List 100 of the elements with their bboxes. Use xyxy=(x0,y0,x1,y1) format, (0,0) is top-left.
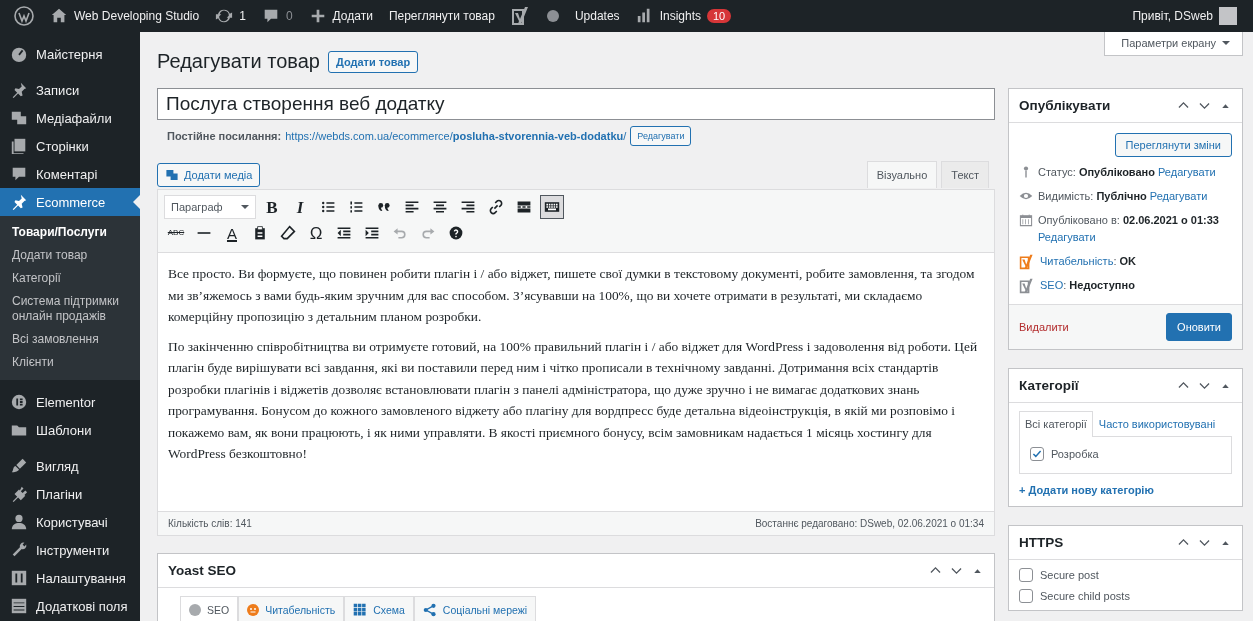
checkbox[interactable] xyxy=(1019,588,1033,603)
clipboard-icon[interactable] xyxy=(252,225,268,241)
strike-button[interactable]: ABC xyxy=(164,221,188,245)
menu-item[interactable]: Записи xyxy=(0,76,140,104)
edit-link[interactable]: Редагувати xyxy=(1158,166,1216,178)
screen-options-button[interactable]: Параметри екрану xyxy=(1104,32,1243,56)
status-text: Статус: Опубліковано Редагувати xyxy=(1038,165,1216,180)
submenu-item[interactable]: Всі замовлення xyxy=(0,328,140,351)
circle-icon xyxy=(546,10,559,22)
panel-title: Опублікувати xyxy=(1019,98,1111,113)
delete-link[interactable]: Видалити xyxy=(1019,321,1069,333)
calendar-icon xyxy=(1019,213,1033,227)
status-text: SEO: Недоступно xyxy=(1040,278,1135,293)
color-button[interactable]: A xyxy=(220,221,244,245)
indent-icon[interactable] xyxy=(364,225,380,241)
checkbox[interactable] xyxy=(1030,447,1044,461)
yoast-tab[interactable]: Читабельність xyxy=(238,596,345,621)
panel-title: HTTPS xyxy=(1019,535,1064,550)
editor-tab[interactable]: Візуально xyxy=(866,161,938,188)
plug-icon xyxy=(10,485,28,503)
align-left-icon[interactable] xyxy=(404,199,420,215)
yoast-tab[interactable]: Схема xyxy=(344,596,414,621)
italic-button[interactable]: I xyxy=(288,195,312,219)
toolbar-link[interactable]: Updates xyxy=(566,9,628,23)
site-name-link[interactable]: Web Developing Studio xyxy=(74,9,200,23)
status-text: Читабельність: OK xyxy=(1040,254,1136,269)
title-field[interactable]: Послуга створення веб додатку xyxy=(157,88,995,120)
media-icon xyxy=(165,168,179,182)
menu-item[interactable]: Ecommerce xyxy=(0,188,140,216)
menu-item[interactable]: Плагіни xyxy=(0,480,140,508)
share-icon xyxy=(422,603,437,617)
numbered-list-icon[interactable] xyxy=(348,199,364,215)
keyboard-icon[interactable] xyxy=(544,199,560,215)
yoast-tab[interactable]: Соціальні мережі xyxy=(413,596,537,621)
read-more-icon[interactable] xyxy=(516,199,532,215)
submenu-item[interactable]: Категорії xyxy=(0,267,140,290)
menu-item[interactable]: Вигляд xyxy=(0,452,140,480)
preview-button[interactable]: Переглянути зміни xyxy=(1114,133,1232,157)
menu-item[interactable]: Коментарі xyxy=(0,160,140,188)
permalink-label: Постійне посилання: xyxy=(167,130,282,142)
submenu-item[interactable]: Товари/Послуги xyxy=(0,221,140,244)
update-button[interactable]: Оновити xyxy=(1166,313,1232,341)
checkbox-label[interactable]: Secure post xyxy=(1040,568,1099,581)
menu-item[interactable]: Інструменти xyxy=(0,536,140,564)
status-text: Опубліковано в: 02.06.2021 о 01:33 Редагувати xyxy=(1038,213,1220,245)
page-title: Редагувати товар xyxy=(157,50,320,73)
edit-link[interactable]: Редагувати xyxy=(1149,190,1208,202)
count-label[interactable]: 1 xyxy=(239,9,246,23)
submenu-item[interactable]: Система підтримки онлайн продажів xyxy=(0,290,140,328)
submenu-item[interactable]: Клієнти xyxy=(0,351,140,374)
check-icon xyxy=(1031,448,1043,460)
pin-icon xyxy=(10,193,28,211)
menu-item[interactable]: Налаштування xyxy=(0,564,140,592)
checkbox-label[interactable]: Розробка xyxy=(1051,448,1099,460)
menu-item[interactable]: Користувачі xyxy=(0,508,140,536)
yoast-logo-icon xyxy=(1019,254,1035,270)
gauge-icon xyxy=(10,45,28,63)
toolbar-link[interactable]: Переглянути товар xyxy=(380,9,503,23)
align-right-icon[interactable] xyxy=(460,199,476,215)
content-paragraph: Все просто. Ви формуєте, що повинен робити плагін і / або віджет, пишете свої думки в текстовому документі, робите замовлення, та згодом ми зв’яжемось з вами будь-яким зручним для вас способом. З’ясувавши на 100%, що ви хочете отримати в результаті, ми складаємо комерційну пропозицію з детальним планом розробки. xyxy=(168,265,976,326)
checkbox-label[interactable]: Secure child posts xyxy=(1040,589,1130,602)
count-label[interactable]: 0 xyxy=(285,9,293,23)
menu-item[interactable]: Майстерня xyxy=(0,40,140,68)
link-icon[interactable] xyxy=(488,199,504,215)
panel-title: Категорії xyxy=(1019,378,1079,393)
help-icon[interactable] xyxy=(448,225,464,241)
submenu-item[interactable]: Додати товар xyxy=(0,244,140,267)
new-link[interactable]: Додати xyxy=(332,9,373,23)
insights-link[interactable]: Insights xyxy=(659,9,701,23)
outdent-icon[interactable] xyxy=(336,225,352,241)
add-media-button[interactable]: Додати медіа xyxy=(157,163,261,187)
menu-item[interactable]: Медіафайли xyxy=(0,104,140,132)
special-button[interactable]: Ω xyxy=(304,221,328,245)
menu-item[interactable]: Сторінки xyxy=(0,132,140,160)
bulleted-list-icon[interactable] xyxy=(320,199,336,215)
bold-button[interactable]: B xyxy=(260,195,284,219)
brush-icon xyxy=(10,457,28,475)
edit-link[interactable]: Редагувати xyxy=(1038,231,1096,243)
checkbox[interactable] xyxy=(1019,567,1033,582)
pages-icon xyxy=(10,137,28,155)
refresh-icon[interactable] xyxy=(215,7,234,25)
wordpress-logo-icon[interactable] xyxy=(14,6,34,26)
menu-item[interactable]: Elementor xyxy=(0,388,140,416)
menu-item[interactable]: Додаткові поля xyxy=(0,592,140,620)
menu-item[interactable]: Шаблони xyxy=(0,416,140,444)
add-product-button[interactable]: Додати товар xyxy=(327,50,419,73)
permalink-link[interactable]: https://webds.com.ua/ecommerce/posluha-stvorennia-veb-dodatku/ xyxy=(285,130,627,142)
format-dropdown[interactable]: Параграф xyxy=(164,195,256,219)
edit-button[interactable]: Редагувати xyxy=(630,126,692,146)
house-icon[interactable] xyxy=(50,7,68,25)
add-category-link[interactable]: + Додати нову категорію xyxy=(1019,484,1154,496)
category-tab[interactable]: Часто використовувані xyxy=(1092,411,1222,436)
yoast-logo-icon[interactable] xyxy=(510,6,531,26)
editor-tab[interactable]: Текст xyxy=(941,161,989,188)
eraser-icon[interactable] xyxy=(280,225,296,241)
yoast-tab[interactable]: SEO xyxy=(180,596,239,621)
greeting-link[interactable]: Привіт, DSweb xyxy=(1132,9,1213,23)
align-center-icon[interactable] xyxy=(432,199,448,215)
category-tab[interactable]: Всі категорії xyxy=(1019,411,1093,437)
count-badge: 10 xyxy=(707,9,732,23)
